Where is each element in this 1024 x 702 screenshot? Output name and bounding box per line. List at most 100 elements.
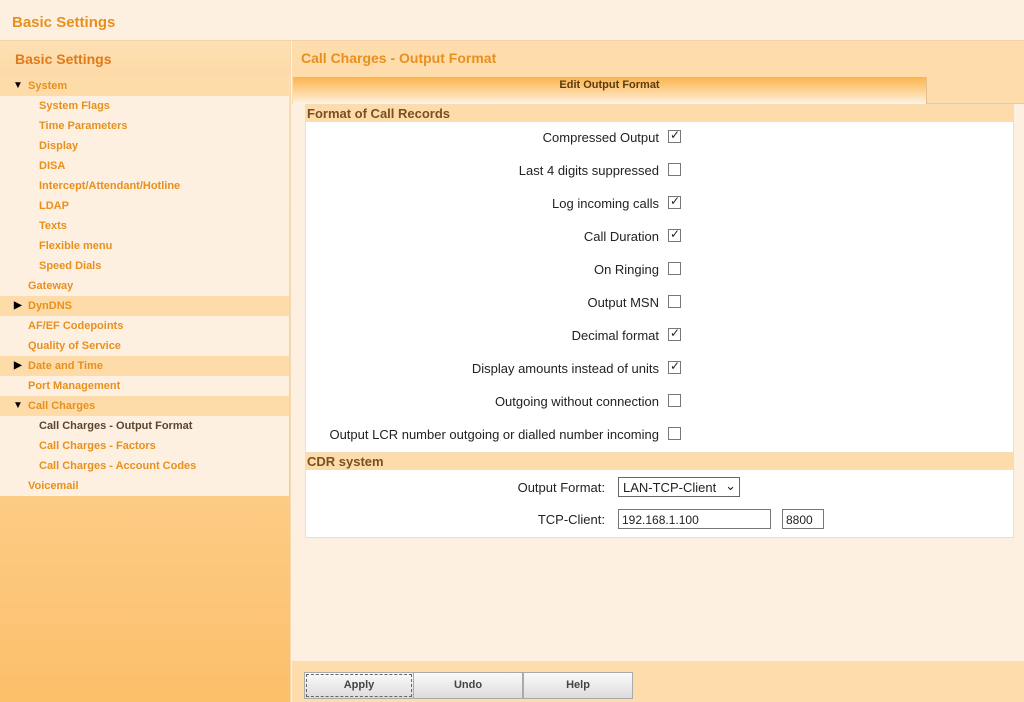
- expand-down-icon[interactable]: ▼: [13, 396, 23, 416]
- tcp-port-input[interactable]: 8800: [782, 509, 824, 529]
- option-label: Compressed Output: [542, 130, 659, 145]
- sidebar-item-label: Call Charges - Factors: [39, 440, 156, 452]
- sidebar-item-label: Port Management: [28, 380, 121, 392]
- option-label: Last 4 digits suppressed: [518, 163, 659, 178]
- option-row: Output MSN: [306, 292, 1013, 312]
- option-row: Output LCR number outgoing or dialled nu…: [306, 424, 1013, 444]
- option-checkbox[interactable]: [668, 359, 681, 374]
- sidebar-item-label: Speed Dials: [39, 260, 102, 272]
- sidebar-item-label: Flexible menu: [39, 240, 113, 252]
- option-label: Call Duration: [583, 229, 659, 244]
- option-checkbox[interactable]: [668, 295, 681, 308]
- sidebar-item-system-flags[interactable]: System Flags: [0, 96, 289, 116]
- sidebar-item-intercept-attendant-hotline[interactable]: Intercept/Attendant/Hotline: [0, 176, 289, 196]
- sidebar-item-label: Time Parameters: [39, 120, 128, 132]
- option-row: Outgoing without connection: [306, 391, 1013, 411]
- option-checkbox[interactable]: [668, 163, 681, 176]
- option-row: Last 4 digits suppressed: [306, 160, 1013, 180]
- sidebar-item-date-and-time[interactable]: ▶ Date and Time: [0, 356, 289, 376]
- sidebar-item-gateway[interactable]: Gateway: [0, 276, 289, 296]
- page-title: Call Charges - Output Format: [301, 50, 497, 66]
- sidebar-item-label: Gateway: [28, 280, 74, 292]
- sidebar-item-af-ef-codepoints[interactable]: AF/EF Codepoints: [0, 316, 289, 336]
- sidebar-item-call-charges-factors[interactable]: Call Charges - Factors: [0, 436, 289, 456]
- sidebar-item-dyndns[interactable]: ▶ DynDNS: [0, 296, 289, 316]
- output-format-select[interactable]: LAN-TCP-Client ⌄: [618, 477, 740, 497]
- option-label: Output MSN: [587, 295, 659, 310]
- sidebar-item-time-parameters[interactable]: Time Parameters: [0, 116, 289, 136]
- sidebar-item-label: DynDNS: [28, 300, 73, 312]
- expand-down-icon[interactable]: ▼: [13, 76, 23, 96]
- sidebar: Basic Settings ▼ System System Flags Time P…: [0, 41, 291, 702]
- option-checkbox[interactable]: [668, 128, 681, 143]
- sidebar-item-label: System Flags: [39, 100, 110, 112]
- sidebar-item-flexible-menu[interactable]: Flexible menu: [0, 236, 289, 256]
- main-header: Call Charges - Output Format Edit Output…: [292, 41, 1024, 104]
- tab-label: Edit Output Format: [559, 79, 660, 91]
- sidebar-item-label: Display: [39, 140, 79, 152]
- sidebar-item-label: DISA: [39, 160, 66, 172]
- sidebar-item-label: AF/EF Codepoints: [28, 320, 124, 332]
- option-label: Display amounts instead of units: [471, 361, 659, 376]
- option-checkbox[interactable]: [668, 427, 681, 440]
- sidebar-item-call-charges[interactable]: ▼ Call Charges: [0, 396, 289, 416]
- sidebar-item-label: Call Charges - Output Format: [39, 420, 193, 432]
- option-label: Outgoing without connection: [494, 394, 659, 409]
- sidebar-header: Basic Settings: [0, 41, 290, 76]
- option-row: Decimal format: [306, 325, 1013, 345]
- sidebar-item-port-management[interactable]: Port Management: [0, 376, 289, 396]
- tcp-ip-input[interactable]: 192.168.1.100: [618, 509, 771, 529]
- option-row: Display amounts instead of units: [306, 358, 1013, 378]
- sidebar-item-label: Texts: [39, 220, 67, 232]
- sidebar-item-label: Call Charges - Account Codes: [39, 460, 197, 472]
- sidebar-item-ldap[interactable]: LDAP: [0, 196, 289, 216]
- main-panel: Call Charges - Output Format Edit Output…: [292, 41, 1024, 661]
- tcp-client-label: TCP-Client:: [537, 512, 605, 527]
- tab-edit-output-format[interactable]: Edit Output Format: [293, 77, 927, 104]
- sidebar-item-label: Quality of Service: [28, 340, 121, 352]
- option-label: On Ringing: [593, 262, 659, 277]
- chevron-down-icon: ⌄: [725, 478, 736, 493]
- sidebar-item-call-charges-output-format[interactable]: Call Charges - Output Format: [0, 416, 289, 436]
- sidebar-item-label: System: [28, 80, 68, 92]
- sidebar-item-label: Call Charges: [28, 400, 96, 412]
- sidebar-item-disa[interactable]: DISA: [0, 156, 289, 176]
- expand-right-icon[interactable]: ▶: [14, 296, 22, 316]
- output-format-label: Output Format:: [517, 480, 605, 495]
- sidebar-item-texts[interactable]: Texts: [0, 216, 289, 236]
- apply-button[interactable]: Apply: [304, 672, 414, 699]
- tcp-client-row: TCP-Client: 192.168.1.100 8800: [306, 508, 1013, 530]
- section-title: Format of Call Records: [306, 105, 1013, 122]
- option-label: Log incoming calls: [552, 196, 659, 211]
- sidebar-item-voicemail[interactable]: Voicemail: [0, 476, 289, 496]
- undo-button[interactable]: Undo: [413, 672, 523, 699]
- option-checkbox[interactable]: [668, 262, 681, 275]
- sidebar-menu: ▼ System System Flags Time Parameters Displa…: [0, 76, 289, 496]
- option-label: Output LCR number outgoing or dialled nu…: [329, 427, 659, 442]
- output-format-value: LAN-TCP-Client: [623, 480, 717, 495]
- sidebar-item-speed-dials[interactable]: Speed Dials: [0, 256, 289, 276]
- sidebar-item-call-charges-account-codes[interactable]: Call Charges - Account Codes: [0, 456, 289, 476]
- option-checkbox[interactable]: [668, 194, 681, 209]
- option-label: Decimal format: [571, 328, 659, 343]
- button-bar: Apply Undo Help: [292, 661, 1024, 702]
- help-button[interactable]: Help: [523, 672, 633, 699]
- option-row: Log incoming calls: [306, 193, 1013, 213]
- top-bar: Basic Settings: [0, 0, 1024, 41]
- option-row: Compressed Output: [306, 127, 1013, 147]
- sidebar-item-label: Voicemail: [28, 480, 79, 492]
- expand-right-icon[interactable]: ▶: [14, 356, 22, 376]
- section-title: CDR system: [306, 453, 1013, 470]
- sidebar-item-label: Date and Time: [28, 360, 103, 372]
- option-checkbox[interactable]: [668, 326, 681, 341]
- option-checkbox[interactable]: [668, 394, 681, 407]
- sidebar-item-system[interactable]: ▼ System: [0, 76, 289, 96]
- sidebar-item-quality-of-service[interactable]: Quality of Service: [0, 336, 289, 356]
- output-format-row: Output Format: LAN-TCP-Client ⌄: [306, 476, 1013, 498]
- sidebar-item-label: Intercept/Attendant/Hotline: [39, 180, 181, 192]
- option-row: On Ringing: [306, 259, 1013, 279]
- option-row: Call Duration: [306, 226, 1013, 246]
- option-checkbox[interactable]: [668, 227, 681, 242]
- sidebar-item-display[interactable]: Display: [0, 136, 289, 156]
- sidebar-item-label: LDAP: [39, 200, 69, 212]
